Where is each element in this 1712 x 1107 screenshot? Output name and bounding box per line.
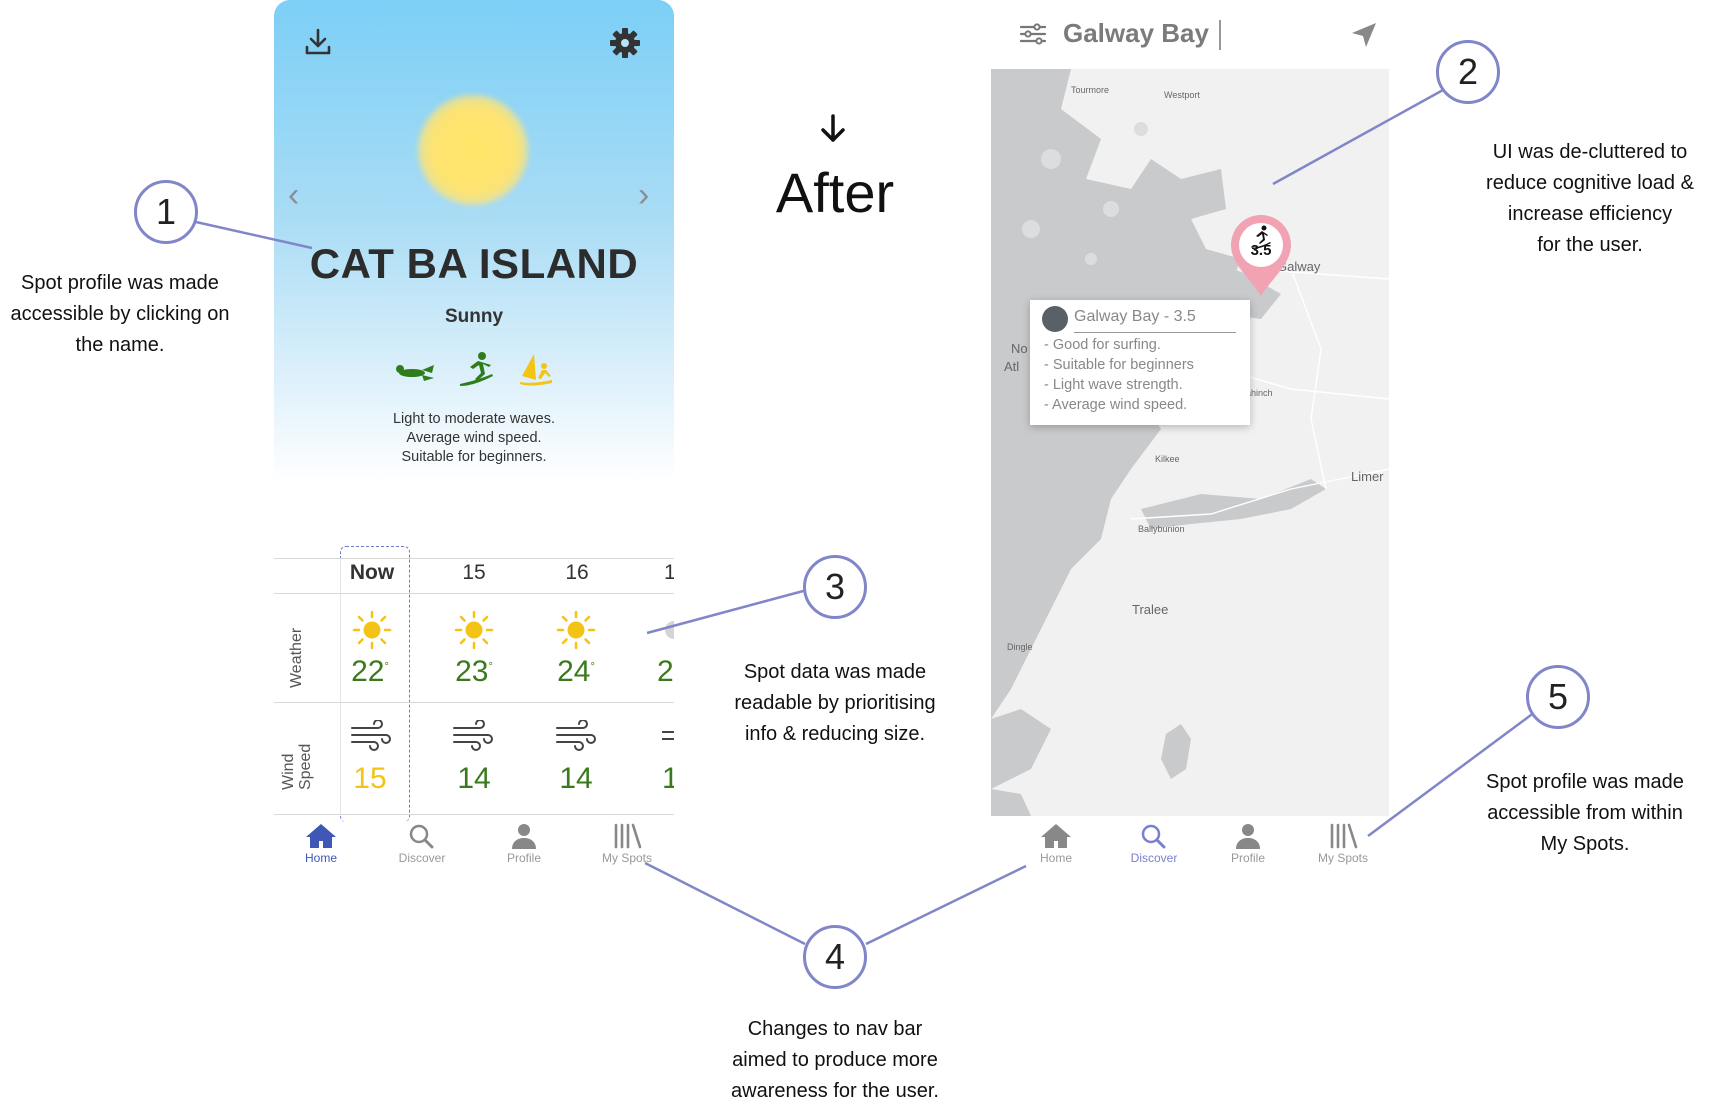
annotation-line: the name. (75, 334, 165, 356)
annotation-number-2: 2 (1436, 40, 1500, 104)
annotation-number-5: 5 (1526, 665, 1590, 729)
annotation-number-3: 3 (803, 555, 867, 619)
annotation-line: awareness for the user. (731, 1080, 939, 1102)
annotation-note-2: UI was de-cluttered to reduce cognitive … (1470, 137, 1710, 261)
annotation-number-4: 4 (803, 925, 867, 989)
annotation-line: Spot data was made (743, 661, 927, 683)
annotation-note-5: Spot profile was made accessible from wi… (1465, 767, 1705, 860)
annotation-line: accessible by clicking on (10, 303, 230, 325)
annotation-line: UI was de-cluttered to (1492, 141, 1688, 163)
annotation-line: Changes to nav bar (747, 1018, 923, 1040)
annotation-note-4: Changes to nav bar aimed to produce more… (710, 1014, 960, 1107)
annotation-note-3: Spot data was made readable by prioritis… (710, 657, 960, 750)
annotation-line: for the user. (1537, 234, 1643, 256)
annotation-line: reduce cognitive load & (1486, 172, 1694, 194)
annotation-line: My Spots. (1540, 833, 1630, 855)
annotation-line: Spot profile was made (1486, 771, 1684, 793)
annotation-line: info & reducing size. (744, 723, 926, 745)
annotation-line: readable by prioritising (734, 692, 936, 714)
annotation-line: increase efficiency (1507, 203, 1673, 225)
annotation-line: accessible from within (1487, 802, 1683, 824)
annotation-line: Spot profile was made (21, 272, 219, 294)
annotation-number-1: 1 (134, 180, 198, 244)
annotation-line: aimed to produce more (732, 1049, 938, 1071)
annotation-note-1: Spot profile was made accessible by clic… (0, 268, 240, 361)
